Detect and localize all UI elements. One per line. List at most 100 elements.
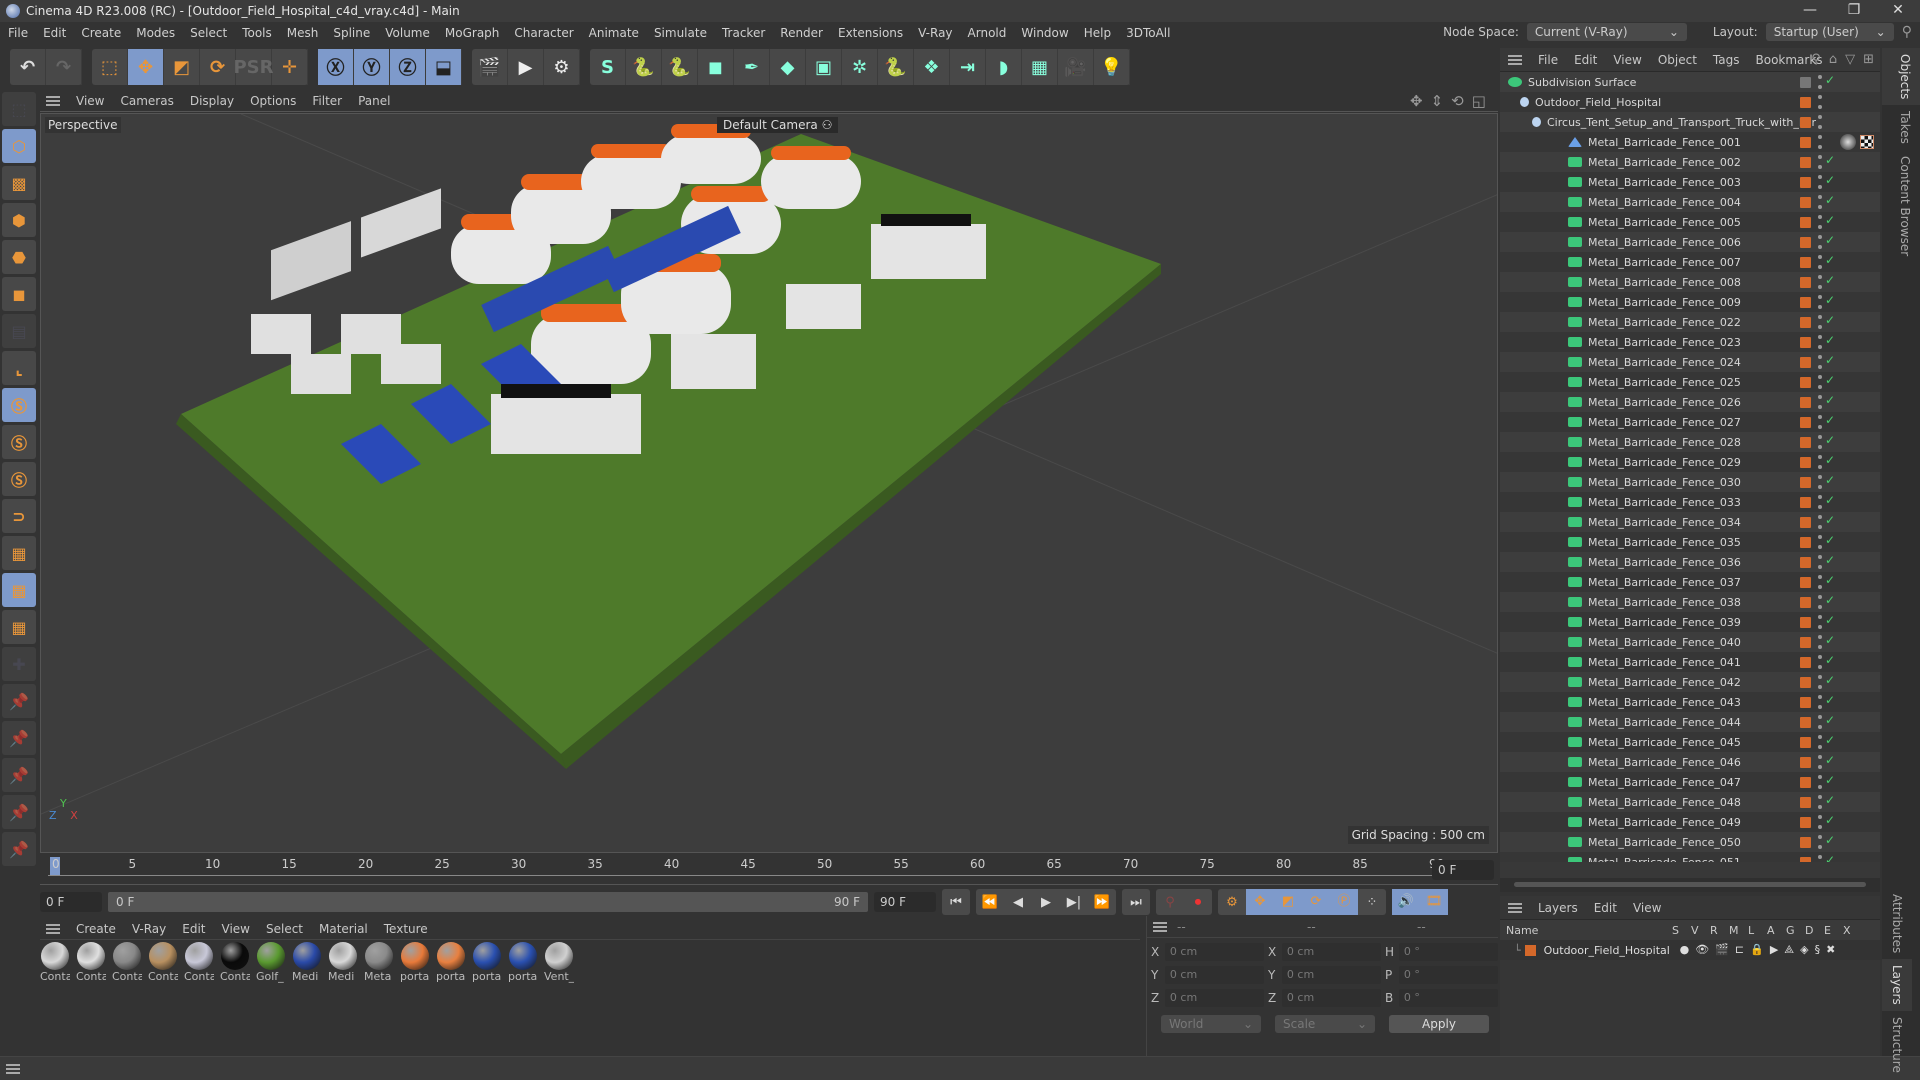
material-swatch[interactable]: Golf_ xyxy=(256,942,286,983)
checkmark-icon[interactable]: ✓ xyxy=(1825,313,1835,327)
visibility-dots[interactable] xyxy=(1818,335,1822,349)
pin-icon[interactable]: 📌 xyxy=(2,832,36,866)
side-tab-layers[interactable]: Layers xyxy=(1882,959,1912,1011)
layer-color-swatch[interactable] xyxy=(1800,737,1811,748)
coordinate-space-dropdown[interactable]: World ⌄ xyxy=(1161,1015,1261,1033)
layer-color-swatch[interactable] xyxy=(1800,237,1811,248)
play-icon[interactable]: ▶ xyxy=(1032,895,1060,910)
menu-simulate[interactable]: Simulate xyxy=(654,26,707,40)
checkmark-icon[interactable]: ✓ xyxy=(1825,253,1835,267)
hamburger-menu-icon[interactable] xyxy=(46,923,60,934)
object-row[interactable]: Metal_Barricade_Fence_002 ✓ xyxy=(1500,152,1880,172)
visibility-dots[interactable] xyxy=(1818,855,1822,862)
pin-icon[interactable]: 📌 xyxy=(2,721,36,755)
timeline-ruler[interactable]: 051015202530354045505560657075808590 xyxy=(40,855,1498,885)
object-row[interactable]: Metal_Barricade_Fence_025 ✓ xyxy=(1500,372,1880,392)
layer-name[interactable]: Outdoor_Field_Hospital xyxy=(1544,944,1680,957)
visibility-dots[interactable] xyxy=(1818,295,1822,309)
visibility-dots[interactable] xyxy=(1818,675,1822,689)
object-row[interactable]: Metal_Barricade_Fence_046 ✓ xyxy=(1500,752,1880,772)
material-swatch[interactable]: Conta xyxy=(76,942,106,983)
object-row[interactable]: Metal_Barricade_Fence_047 ✓ xyxy=(1500,772,1880,792)
checkmark-icon[interactable]: ✓ xyxy=(1825,713,1835,727)
material-swatch[interactable]: porta xyxy=(436,942,466,983)
layer-color-swatch[interactable] xyxy=(1800,497,1811,508)
y-axis-icon[interactable]: Ⓨ xyxy=(354,49,390,85)
side-tab-structure[interactable]: Structure xyxy=(1882,1011,1912,1079)
checkmark-icon[interactable]: ✓ xyxy=(1825,553,1835,567)
add-tool-icon[interactable]: ✚ xyxy=(2,647,36,681)
checkmark-icon[interactable]: ✓ xyxy=(1825,473,1835,487)
checkmark-icon[interactable]: ✓ xyxy=(1825,693,1835,707)
layer-color-swatch[interactable] xyxy=(1800,797,1811,808)
pin-r-icon[interactable]: 📌 xyxy=(2,795,36,829)
checkmark-icon[interactable]: ✓ xyxy=(1825,633,1835,647)
go-to-start-icon[interactable]: ⏮ xyxy=(942,895,970,910)
object-row[interactable]: Outdoor_Field_Hospital xyxy=(1500,92,1880,112)
render-settings-icon[interactable]: ⚙ xyxy=(544,49,580,85)
coord-field[interactable]: 0 cm xyxy=(1164,966,1264,984)
hamburger-menu-icon[interactable] xyxy=(6,1064,20,1074)
visibility-dots[interactable] xyxy=(1818,395,1822,409)
visibility-dots[interactable] xyxy=(1818,375,1822,389)
viewport-menu-filter[interactable]: Filter xyxy=(312,94,342,108)
checkmark-icon[interactable]: ✓ xyxy=(1825,333,1835,347)
filter-icon[interactable]: ▽ xyxy=(1845,52,1855,67)
material-swatch[interactable]: Vent_ xyxy=(544,942,574,983)
sound-icon[interactable]: 🔊 xyxy=(1392,889,1420,915)
scale-key-icon[interactable]: ◩ xyxy=(1274,889,1302,915)
layer-column-s[interactable]: S xyxy=(1672,924,1691,937)
end-frame-field[interactable]: 90 F xyxy=(874,892,936,912)
layer-color-swatch[interactable] xyxy=(1800,217,1811,228)
object-row[interactable]: Metal_Barricade_Fence_027 ✓ xyxy=(1500,412,1880,432)
object-row[interactable]: Metal_Barricade_Fence_040 ✓ xyxy=(1500,632,1880,652)
visibility-dots[interactable] xyxy=(1818,175,1822,189)
visibility-dots[interactable] xyxy=(1818,815,1822,829)
menu-volume[interactable]: Volume xyxy=(385,26,430,40)
layer-color-swatch[interactable] xyxy=(1800,637,1811,648)
checkmark-icon[interactable]: ✓ xyxy=(1825,173,1835,187)
xrefs-icon[interactable]: ✖ xyxy=(1826,943,1835,957)
menu-character[interactable]: Character xyxy=(514,26,573,40)
hamburger-menu-icon[interactable] xyxy=(1508,902,1522,913)
scale-icon[interactable]: ◩ xyxy=(164,49,200,85)
layer-color-swatch[interactable] xyxy=(1800,137,1811,148)
coord-field[interactable]: 0 ° xyxy=(1398,943,1498,961)
layer-color-swatch[interactable] xyxy=(1800,437,1811,448)
parameter-key-icon[interactable]: Ⓟ xyxy=(1330,889,1358,915)
menu-modes[interactable]: Modes xyxy=(136,26,175,40)
animation-icon[interactable]: ▶ xyxy=(1770,943,1778,957)
object-row[interactable]: Metal_Barricade_Fence_035 ✓ xyxy=(1500,532,1880,552)
object-row[interactable]: Metal_Barricade_Fence_034 ✓ xyxy=(1500,512,1880,532)
render-icon[interactable]: 🎬 xyxy=(1715,943,1729,957)
menu-3dtoall[interactable]: 3DToAll xyxy=(1126,26,1170,40)
cube-icon[interactable]: ◼ xyxy=(698,49,734,85)
visibility-dots[interactable] xyxy=(1818,515,1822,529)
layer-color-swatch[interactable] xyxy=(1800,297,1811,308)
visibility-dots[interactable] xyxy=(1818,495,1822,509)
checkmark-icon[interactable]: ✓ xyxy=(1825,753,1835,767)
field-icon[interactable]: ◗ xyxy=(986,49,1022,85)
checkmark-icon[interactable]: ✓ xyxy=(1825,393,1835,407)
layer-color-swatch[interactable] xyxy=(1800,377,1811,388)
layer-column-r[interactable]: R xyxy=(1710,924,1729,937)
visibility-dots[interactable] xyxy=(1818,455,1822,469)
checkmark-icon[interactable]: ✓ xyxy=(1825,613,1835,627)
maximize-button[interactable]: ❐ xyxy=(1832,0,1876,22)
active-camera-label[interactable]: Default Camera ⚇ xyxy=(717,117,839,133)
visibility-dots[interactable] xyxy=(1818,715,1822,729)
pin-icon[interactable]: 📌 xyxy=(2,684,36,718)
visibility-dots[interactable] xyxy=(1818,75,1822,89)
menu-edit[interactable]: Edit xyxy=(43,26,66,40)
object-row[interactable]: Metal_Barricade_Fence_007 ✓ xyxy=(1500,252,1880,272)
visibility-dots[interactable] xyxy=(1818,255,1822,269)
generators-icon[interactable]: ⟁ xyxy=(1784,943,1794,957)
checkmark-icon[interactable]: ✓ xyxy=(1825,153,1835,167)
coord-field[interactable]: 0 ° xyxy=(1398,989,1498,1007)
side-tab-takes[interactable]: Takes xyxy=(1882,105,1920,150)
coord-field[interactable]: 0 cm xyxy=(1281,966,1381,984)
material-swatch[interactable]: Meta xyxy=(364,942,394,983)
workplane-rotate-icon[interactable]: ▦ xyxy=(2,610,36,644)
checkmark-icon[interactable]: ✓ xyxy=(1825,593,1835,607)
side-tab-content-browser[interactable]: Content Browser xyxy=(1882,150,1920,262)
